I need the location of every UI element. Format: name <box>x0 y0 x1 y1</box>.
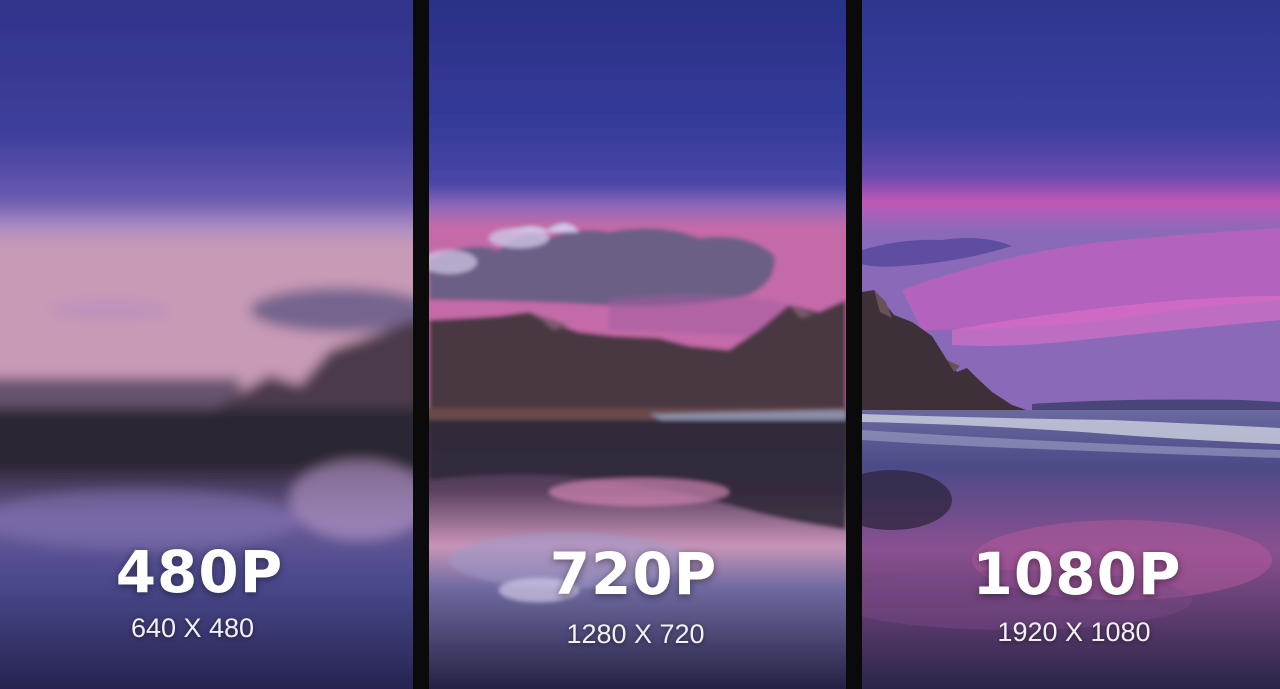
panel-720p: 720P 1280 X 720 <box>429 0 846 689</box>
resolution-title: 480P <box>115 538 284 606</box>
panel-1080p: 1080P 1920 X 1080 <box>862 0 1280 689</box>
resolution-dimensions: 1920 X 1080 <box>997 617 1151 647</box>
label-1080p: 1080P 1920 X 1080 <box>862 545 1280 646</box>
resolution-comparison: 480P 640 X 480 720P 1280 X 720 1080P 192… <box>0 0 1280 689</box>
resolution-dimensions: 640 X 480 <box>130 613 255 643</box>
label-480p: 480P 640 X 480 <box>0 543 413 642</box>
resolution-dimensions: 1280 X 720 <box>566 619 705 649</box>
resolution-title: 1080P <box>972 540 1182 608</box>
resolution-title: 720P <box>549 540 718 608</box>
panel-480p: 480P 640 X 480 <box>0 0 413 689</box>
panel-divider <box>846 0 862 689</box>
panel-divider <box>413 0 429 689</box>
label-720p: 720P 1280 X 720 <box>429 545 846 648</box>
